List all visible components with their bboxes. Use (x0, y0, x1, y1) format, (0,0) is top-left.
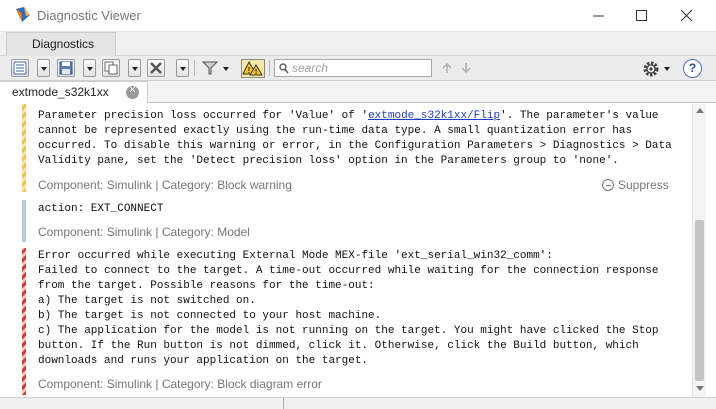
error-component-category: Component: Simulink | Category: Block di… (38, 377, 322, 391)
filter-icon (201, 61, 219, 75)
tab-extmode-s32k1xx[interactable]: extmode_s32k1xx × (0, 81, 148, 103)
info-message-text: action: EXT_CONNECT (38, 203, 164, 215)
svg-text:!: ! (248, 66, 251, 75)
minimize-button[interactable] (585, 4, 613, 28)
message-text-line: Parameter precision loss occurred for 'V… (38, 110, 369, 122)
list-view-dropdown[interactable] (37, 59, 50, 77)
info-component-category: Component: Simulink | Category: Model (38, 225, 250, 239)
window-title: Diagnostic Viewer (37, 8, 141, 23)
message-text-line: occurred. To disable this warning or err… (38, 140, 672, 152)
matlab-app-icon (14, 6, 32, 24)
warning-filter-toggle[interactable]: ! ! (241, 59, 265, 78)
message-text-line: Failed to connect to the target. A time-… (38, 265, 659, 277)
copy-icon (104, 61, 118, 75)
gear-icon (643, 61, 659, 77)
error-message-text: Error occurred while executing External … (38, 249, 692, 369)
close-tab-button[interactable]: × (126, 84, 139, 99)
warning-message-text: Parameter precision loss occurred for 'V… (38, 109, 692, 169)
list-view-icon (13, 61, 27, 75)
scroll-down-arrow-icon[interactable] (696, 386, 704, 391)
title-bar: Diagnostic Viewer (0, 0, 716, 32)
message-text-line: Error occurred while executing External … (38, 250, 553, 262)
message-text-line: c) The application for the model is not … (38, 325, 659, 337)
error-severity-bar (22, 248, 26, 395)
search-box[interactable] (274, 59, 432, 77)
scrollbar-thumb[interactable] (695, 220, 704, 381)
info-severity-bar (22, 200, 26, 242)
minimize-icon (593, 15, 604, 17)
help-button[interactable]: ? (683, 59, 702, 78)
clear-icon (150, 62, 162, 74)
close-button[interactable] (673, 4, 701, 28)
warning-toggle-icon: ! ! (242, 60, 263, 76)
copy-dropdown[interactable] (128, 59, 141, 77)
toolbar-separator (194, 60, 195, 76)
message-text-line: from the target. Possible reasons for th… (38, 280, 375, 292)
warning-severity-bar (22, 104, 26, 192)
svg-text:!: ! (255, 69, 257, 76)
next-result-button[interactable] (460, 62, 472, 74)
message-text-line: a) The target is not switched on. (38, 295, 256, 307)
suppress-label: Suppress (618, 178, 669, 192)
previous-result-button[interactable] (441, 62, 453, 74)
warning-component-category: Component: Simulink | Category: Block wa… (38, 178, 292, 192)
save-button[interactable] (57, 59, 75, 77)
close-tab-icon: × (129, 84, 136, 96)
filter-dropdown[interactable] (222, 59, 230, 77)
message-text-line: cannot be represented exactly using the … (38, 125, 633, 137)
ribbon-tab-strip: Diagnostics (0, 32, 716, 56)
vertical-scrollbar[interactable] (692, 104, 706, 397)
tab-diagnostics-label: Diagnostics (32, 37, 95, 51)
down-arrow-icon (461, 63, 471, 74)
save-dropdown[interactable] (83, 59, 96, 77)
message-text-line: '. The parameter's value (500, 110, 659, 122)
filter-button[interactable] (201, 59, 219, 77)
help-icon: ? (688, 61, 697, 75)
message-text-line: b) The target is not connected to your h… (38, 310, 382, 322)
settings-button[interactable] (642, 60, 660, 78)
bottom-edge (0, 397, 716, 409)
maximize-button[interactable] (628, 4, 656, 28)
message-text-line: Validity pane, set the 'Detect precision… (38, 155, 619, 167)
copy-button[interactable] (102, 59, 120, 77)
clear-button[interactable] (147, 59, 165, 77)
document-tab-label: extmode_s32k1xx (12, 85, 109, 99)
settings-dropdown[interactable] (662, 60, 672, 78)
block-link[interactable]: extmode_s32k1xx/Flip (368, 110, 500, 122)
search-input[interactable] (292, 61, 428, 75)
diagnostics-pane: Parameter precision loss occurred for 'V… (0, 104, 716, 409)
message-list: Parameter precision loss occurred for 'V… (6, 104, 692, 395)
list-view-button[interactable] (11, 59, 29, 77)
toolbar: ! ! ? (0, 56, 716, 81)
document-tab-strip: extmode_s32k1xx × (0, 81, 716, 103)
suppress-button[interactable]: Suppress (602, 177, 669, 192)
suppress-icon (602, 179, 614, 191)
up-arrow-icon (442, 62, 452, 73)
search-icon (279, 63, 289, 74)
scroll-up-arrow-icon[interactable] (696, 108, 704, 113)
clear-dropdown[interactable] (176, 59, 189, 77)
pane-divider (283, 398, 284, 409)
toolbar-separator (269, 60, 270, 76)
tab-diagnostics[interactable]: Diagnostics (6, 32, 116, 56)
save-icon (59, 61, 73, 75)
message-text-line: button. If the Run button is not dimmed,… (38, 340, 639, 352)
message-text-line: downloads and runs your application on t… (38, 355, 369, 367)
close-icon (681, 10, 693, 22)
maximize-icon (636, 10, 647, 21)
